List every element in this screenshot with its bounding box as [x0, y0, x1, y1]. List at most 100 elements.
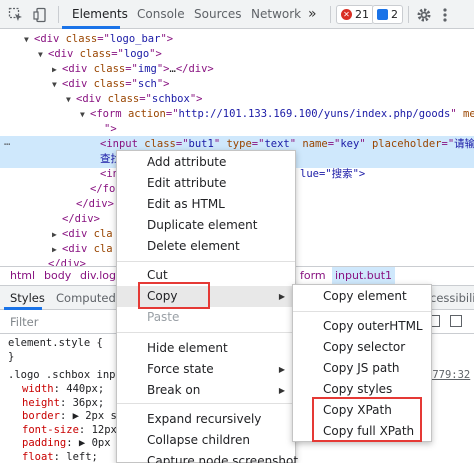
rule-source-link[interactable]: 2779:32 — [426, 368, 470, 382]
dom-token: class — [93, 78, 126, 90]
property-name[interactable]: height — [22, 397, 60, 409]
menu-item-label: Copy styles — [323, 382, 393, 396]
errors-badge[interactable]: ✕ 21 — [336, 5, 374, 24]
tab-elements[interactable]: Elements — [72, 0, 128, 29]
dom-token: <div — [76, 93, 108, 105]
menu-item-add-attribute[interactable]: Add attribute — [117, 152, 295, 173]
rule-selector[interactable]: .logo .schbox input — [8, 368, 128, 382]
menu-item-collapse-children[interactable]: Collapse children — [117, 430, 295, 451]
property-colon: : — [59, 410, 73, 422]
dom-token: =" — [175, 138, 189, 150]
style-property[interactable]: height: 36px; — [22, 396, 104, 410]
style-property[interactable]: font-size: 12px; — [22, 423, 123, 437]
dom-token: </div> — [62, 213, 100, 225]
breadcrumb-item[interactable]: html — [10, 267, 35, 285]
dom-token: " — [289, 138, 303, 150]
property-name[interactable]: border — [22, 410, 60, 422]
property-name[interactable]: float — [22, 451, 54, 463]
menu-item-edit-attribute[interactable]: Edit attribute — [117, 173, 295, 194]
dom-token: " — [213, 138, 227, 150]
menu-item-capture-node-screenshot[interactable]: Capture node screenshot — [117, 451, 299, 463]
property-colon: : — [59, 396, 73, 409]
property-value[interactable]: 36px; — [73, 397, 105, 409]
breadcrumb-item[interactable]: body — [44, 267, 71, 285]
menu-item-label: Copy selector — [323, 340, 406, 354]
dom-token: " — [450, 108, 464, 120]
dom-token: =" — [111, 48, 124, 60]
property-name[interactable]: font-size — [22, 424, 79, 436]
error-icon: ✕ — [341, 9, 352, 20]
menu-item-hide-element[interactable]: Hide element — [117, 338, 295, 359]
dom-token: 请输入你要 — [454, 138, 474, 150]
menu-item-label: Expand recursively — [147, 412, 262, 426]
dom-token: method — [463, 108, 474, 120]
tab-accessibility[interactable]: cessibility — [430, 286, 474, 310]
breadcrumb-item[interactable]: form — [300, 267, 326, 285]
dom-token: key — [340, 138, 360, 150]
property-name[interactable]: padding — [22, 437, 66, 449]
menu-item-label: Force state — [147, 362, 214, 376]
gear-icon[interactable] — [416, 0, 432, 29]
submenu-item-copy-element[interactable]: Copy element — [293, 286, 431, 307]
dom-token: <div — [62, 63, 94, 75]
dom-token: action — [127, 108, 166, 120]
tab-sources[interactable]: Sources — [194, 0, 241, 29]
menu-item-label: Capture node screenshot — [147, 454, 299, 463]
property-value[interactable]: left; — [66, 451, 98, 463]
tab-console[interactable]: Console — [137, 0, 185, 29]
tab-computed[interactable]: Computed — [56, 286, 116, 310]
rule-close-brace: } — [8, 351, 15, 363]
dom-token: =" — [97, 33, 110, 45]
menu-item-label: Break on — [147, 383, 201, 397]
dom-token: </div> — [48, 258, 86, 266]
more-tabs-button[interactable]: » — [308, 0, 317, 29]
menu-item-label: Add attribute — [147, 155, 227, 169]
menu-item-break-on[interactable]: Break on ▶ — [117, 380, 295, 401]
style-property[interactable]: border: ▶ 2px sol — [22, 409, 130, 423]
style-property[interactable]: padding: ▶ 0px 5 — [22, 436, 123, 450]
submenu-item-copy-js-path[interactable]: Copy JS path — [293, 358, 431, 379]
menu-item-duplicate-element[interactable]: Duplicate element — [117, 215, 295, 236]
menu-item-delete-element[interactable]: Delete element — [117, 236, 295, 257]
menu-item-expand-recursively[interactable]: Expand recursively — [117, 409, 295, 430]
dom-token: http://101.133.169.100/yuns/index.php/go… — [178, 108, 451, 120]
sidebar-toggle-icon[interactable] — [450, 315, 462, 327]
submenu-arrow-icon: ▶ — [278, 365, 285, 374]
dom-token: <input — [100, 138, 145, 150]
dom-token: =" — [125, 78, 138, 90]
property-name[interactable]: width — [22, 383, 54, 395]
dom-token: cla — [93, 243, 113, 255]
dom-token: img — [137, 63, 157, 75]
property-colon: : — [53, 383, 67, 395]
dom-token: but1 — [188, 138, 214, 150]
devtools-toolbar: Elements Console Sources Network » ✕ 21 … — [0, 0, 474, 29]
submenu-item-copy-outerhtml[interactable]: Copy outerHTML — [293, 316, 431, 337]
style-property[interactable]: width: 440px; — [22, 382, 104, 396]
menu-item-label: Delete element — [147, 239, 240, 253]
toolbar-divider — [408, 6, 409, 23]
dom-token: <div — [62, 228, 94, 240]
dom-token: sch — [137, 78, 157, 90]
errors-count: 21 — [355, 8, 369, 21]
element-style-rule[interactable]: element.style { — [8, 336, 103, 350]
breadcrumb-item-selected[interactable]: input.but1 — [332, 267, 396, 285]
copy-highlight-box — [138, 282, 210, 309]
device-toolbar-icon[interactable] — [33, 0, 49, 29]
filter-input[interactable]: Filter — [10, 315, 38, 329]
menu-item-label: Edit attribute — [147, 176, 227, 190]
style-property[interactable]: float: left; — [22, 450, 98, 463]
inspect-icon[interactable] — [8, 0, 24, 29]
dom-token: name — [302, 138, 328, 150]
menu-item-edit-as-html[interactable]: Edit as HTML — [117, 194, 295, 215]
menu-item-paste[interactable]: Paste — [117, 307, 295, 328]
messages-badge[interactable]: 2 — [372, 5, 403, 24]
dom-token: =" — [165, 108, 179, 120]
tab-network[interactable]: Network — [251, 0, 301, 29]
menu-item-force-state[interactable]: Force state ▶ — [117, 359, 295, 380]
submenu-item-copy-selector[interactable]: Copy selector — [293, 337, 431, 358]
more-options-icon[interactable] — [442, 0, 448, 29]
node-ellipsis-icon[interactable]: … — [4, 136, 10, 148]
property-value[interactable]: 440px; — [66, 383, 104, 395]
property-colon: : — [66, 437, 79, 449]
dom-token: logo_bar — [109, 33, 161, 45]
